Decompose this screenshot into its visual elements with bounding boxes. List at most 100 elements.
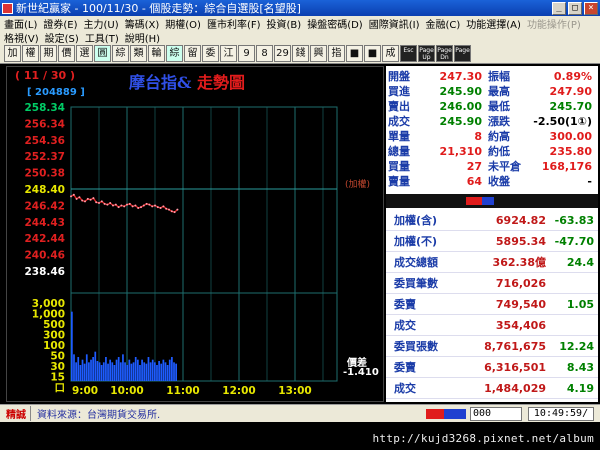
index-row[interactable]: 成交 1,484,029 4.19 (386, 378, 598, 399)
toolbar-button[interactable]: 8 (256, 45, 273, 62)
toolbar-button[interactable]: 期 (40, 45, 57, 62)
toolbar-button[interactable]: Page (454, 45, 471, 62)
toolbar-button[interactable]: 圓 (94, 45, 111, 62)
volume-bar (126, 365, 129, 381)
menu-item[interactable]: 說明(H) (125, 30, 160, 45)
menu-item[interactable]: 主力(U) (84, 16, 119, 31)
menu-item[interactable]: 金融(C) (425, 16, 460, 31)
price-point (162, 205, 165, 208)
toolbar-button[interactable]: 類 (130, 45, 147, 62)
index-value: 5895.34 (495, 234, 546, 248)
volume-bar (79, 365, 82, 381)
menu-item[interactable]: 國際資訊(I) (369, 16, 420, 31)
menu-item[interactable]: 畫面(L) (4, 16, 37, 31)
volume-bar (136, 359, 139, 381)
toolbar-button[interactable]: 29 (274, 45, 291, 62)
index-label: 加權(不) (394, 235, 438, 248)
quote-value: 27 (466, 160, 482, 173)
menu-item[interactable]: 操盤密碼(D) (307, 16, 363, 31)
total-volume: [ 204889 ] (27, 87, 85, 98)
menu-item[interactable]: 證券(E) (43, 16, 77, 31)
menu-item[interactable]: 期權(O) (165, 16, 201, 31)
quote-label: 最低 (488, 100, 510, 113)
index-row[interactable]: 委買張數 8,761,675 12.24 (386, 336, 598, 357)
menu-item[interactable]: 投資(B) (267, 16, 302, 31)
index-row[interactable]: 加權(不) 5895.34 -47.70 (386, 231, 598, 252)
volume-bar (83, 363, 86, 381)
volume-bar (77, 357, 80, 381)
toolbar-button[interactable]: 綜 (112, 45, 129, 62)
quote-value: 247.90 (549, 85, 592, 98)
price-point (154, 204, 156, 207)
menu-item[interactable]: 設定(S) (45, 30, 79, 45)
index-change: 1.05 (566, 297, 594, 311)
toolbar-button[interactable]: Esc (400, 45, 417, 62)
volume-bar (173, 362, 175, 381)
quote-label: 賣出 (388, 100, 410, 113)
menu-item[interactable]: 籌碼(X) (125, 16, 160, 31)
toolbar-button[interactable]: 綜 (166, 45, 183, 62)
menu-item[interactable]: 功能選擇(A) (466, 16, 521, 31)
index-row[interactable]: 委賣 749,540 1.05 (386, 294, 598, 315)
index-row[interactable]: 委買筆數 716,026 (386, 273, 598, 294)
index-value: 1,484,029 (484, 381, 546, 395)
toolbar-button[interactable]: 成 (382, 45, 399, 62)
volume-bar (149, 362, 152, 381)
price-point (100, 200, 103, 203)
menu-item[interactable]: 格視(V) (4, 30, 39, 45)
index-label: 成交 (394, 319, 416, 332)
toolbar-button[interactable]: 權 (22, 45, 39, 62)
price-tick-label: 240.46 (24, 250, 65, 262)
index-value: 362.38億 (492, 256, 546, 269)
volume-bar (160, 363, 163, 381)
toolbar-button[interactable]: 留 (184, 45, 201, 62)
index-value: 6,316,501 (484, 360, 546, 374)
toolbar-button[interactable]: 興 (310, 45, 327, 62)
toolbar-button[interactable]: 錢 (292, 45, 309, 62)
menu-item[interactable]: 功能操作(P) (527, 16, 581, 31)
menu-item[interactable]: 工具(T) (85, 30, 119, 45)
toolbar-button[interactable]: 輪 (148, 45, 165, 62)
title-bar: 新世紀贏家 - 100/11/30 - 個股走勢：綜合自選股[名望股] _ □ … (0, 0, 600, 16)
close-button[interactable]: × (584, 1, 598, 15)
time-tick-label: 12:00 (222, 385, 255, 397)
price-point (151, 205, 154, 208)
quote-value: 0.89% (553, 70, 592, 83)
toolbar-button[interactable]: 價 (58, 45, 75, 62)
index-row[interactable]: 委賣 6,316,501 8.43 (386, 357, 598, 378)
maximize-button[interactable]: □ (568, 1, 582, 15)
index-row[interactable]: 成交 354,406 (386, 315, 598, 336)
quote-row: 賣量 64 收盤 - (386, 174, 598, 189)
price-series-line (70, 193, 178, 213)
toolbar-button[interactable]: ■ (346, 45, 363, 62)
volume-bar (147, 357, 150, 381)
price-point (103, 202, 106, 205)
intraday-chart[interactable]: 258.34 256.34 254.36 252.37 250.38 248.40 246.… (7, 67, 383, 401)
volume-bar (107, 363, 109, 381)
quote-label: 成交 (388, 115, 410, 128)
menu-row-secondary: 格視(V) 設定(S) 工具(T) 說明(H) (4, 30, 600, 45)
toolbar-button[interactable]: ■ (364, 45, 381, 62)
toolbar-button[interactable]: 指 (328, 45, 345, 62)
toolbar-button[interactable]: 9 (238, 45, 255, 62)
volume-bar (134, 357, 137, 381)
toolbar-button[interactable]: Page Dn (436, 45, 453, 62)
index-row[interactable]: 加權(含) 6924.82 -63.83 (386, 210, 598, 231)
toolbar-button[interactable]: 加 (4, 45, 21, 62)
command-input[interactable]: 000 (470, 406, 522, 421)
index-row[interactable]: 成交總額 362.38億 24.4 (386, 252, 598, 273)
price-point (168, 208, 170, 211)
volume-bar (111, 362, 114, 381)
toolbar-button[interactable]: 委 (202, 45, 219, 62)
toolbar-button[interactable]: 選 (76, 45, 93, 62)
minimize-button[interactable]: _ (552, 1, 566, 15)
index-value: 6924.82 (495, 213, 546, 227)
volume-bar (143, 362, 146, 381)
toolbar-button[interactable]: 江 (220, 45, 237, 62)
index-value: 716,026 (495, 276, 546, 290)
menu-item[interactable]: 匯市利率(F) (207, 16, 261, 31)
volume-bar (145, 363, 148, 381)
quote-label: 最高 (488, 85, 510, 98)
quote-row: 開盤 247.30 振幅 0.89% (386, 69, 598, 84)
toolbar-button[interactable]: Page Up (418, 45, 435, 62)
